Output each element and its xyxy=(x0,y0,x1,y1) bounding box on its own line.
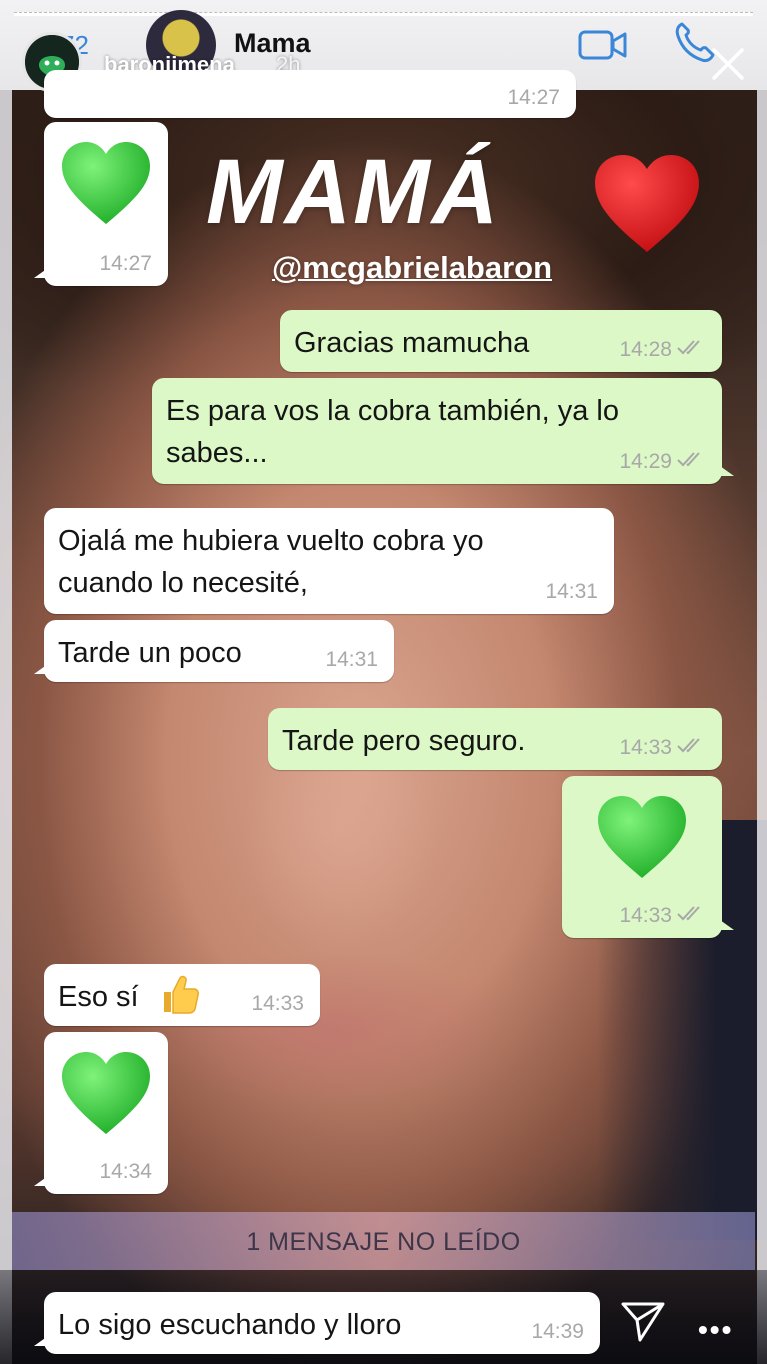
read-ticks-icon xyxy=(676,451,706,472)
message-time: 14:39 xyxy=(531,1320,584,1343)
unread-banner-label: 1 MENSAJE NO LEÍDO xyxy=(246,1228,521,1256)
message-text: Eso sí xyxy=(58,981,139,1013)
send-direct-icon[interactable] xyxy=(620,1300,666,1349)
video-call-icon[interactable] xyxy=(578,28,628,67)
read-ticks-icon xyxy=(676,905,706,926)
message-time: 14:34 xyxy=(99,1160,152,1183)
screenshot-border-left xyxy=(0,0,12,1364)
message-bubble: Lo sigo escuchando y lloro 14:39 xyxy=(34,1292,600,1354)
close-icon[interactable] xyxy=(708,44,748,89)
more-options-icon[interactable]: ••• xyxy=(698,1314,733,1346)
message-text: Ojalá me hubiera vuelto cobra yo cuando … xyxy=(58,525,484,599)
message-bubble: Ojalá me hubiera vuelto cobra yo cuando … xyxy=(44,508,614,614)
screenshot-border-right xyxy=(757,0,767,1364)
message-bubble: 14:33 xyxy=(562,776,734,938)
thumbs-up-emoji xyxy=(156,972,200,1021)
story-viewer: ‹ 72 Mama baronjimena 2h 14:27 14:27 MAM… xyxy=(0,0,767,1364)
message-text: Lo sigo escuchando y lloro xyxy=(58,1309,402,1341)
message-time: 14:29 xyxy=(619,450,672,473)
story-title: MAMÁ xyxy=(206,141,501,243)
message-bubble: Gracias mamucha 14:28 xyxy=(280,310,722,372)
message-text: Es para vos la cobra también, ya lo sabe… xyxy=(166,395,619,469)
green-heart-emoji xyxy=(60,140,152,231)
story-mention[interactable]: @mcgabrielabaron xyxy=(272,250,552,286)
message-time: 14:28 xyxy=(619,338,672,361)
read-ticks-icon xyxy=(676,339,706,360)
message-text: Gracias mamucha xyxy=(294,327,530,359)
message-bubble: 14:27 xyxy=(34,122,168,286)
unread-messages-banner: 1 MENSAJE NO LEÍDO xyxy=(12,1212,755,1270)
message-text: Tarde un poco xyxy=(58,637,242,669)
green-heart-emoji xyxy=(596,794,688,885)
message-time: 14:27 xyxy=(507,86,560,109)
message-time: 14:27 xyxy=(99,252,152,275)
message-bubble: 14:34 xyxy=(34,1032,168,1194)
message-bubble: Eso sí 14:33 xyxy=(44,964,320,1026)
message-time: 14:31 xyxy=(325,648,378,671)
message-bubble: Tarde un poco 14:31 xyxy=(34,620,394,682)
message-bubble: 14:27 xyxy=(44,70,576,118)
message-time: 14:31 xyxy=(545,580,598,603)
message-text: Tarde pero seguro. xyxy=(282,725,526,757)
green-heart-emoji xyxy=(60,1050,152,1141)
message-time: 14:33 xyxy=(251,992,304,1015)
message-bubble: Es para vos la cobra también, ya lo sabe… xyxy=(152,378,734,484)
message-bubble: Tarde pero seguro. 14:33 xyxy=(268,708,722,770)
message-time: 14:33 xyxy=(619,736,672,759)
message-time: 14:33 xyxy=(619,904,672,927)
story-progress-bar xyxy=(14,12,753,16)
red-heart-icon xyxy=(592,152,702,261)
read-ticks-icon xyxy=(676,737,706,758)
